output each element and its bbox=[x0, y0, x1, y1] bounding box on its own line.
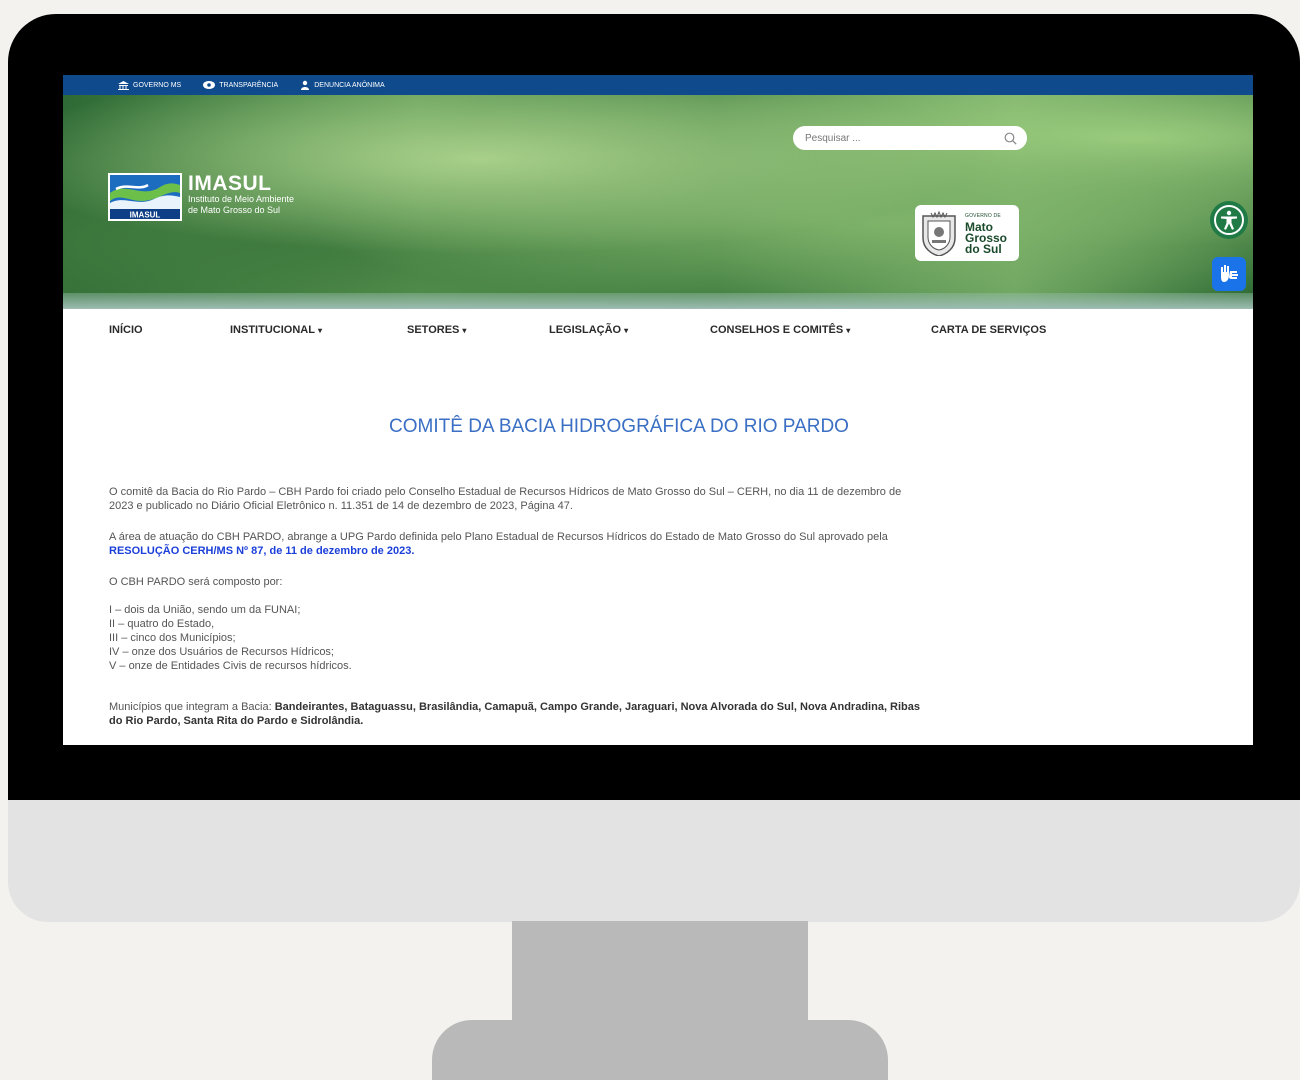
top-bar: GOVERNO MS TRANSPARÊNCIA DENUNCIA ANÔNIM… bbox=[63, 75, 1253, 95]
topbar-link-denuncia[interactable]: DENUNCIA ANÔNIMA bbox=[300, 80, 385, 90]
browser-screen: GOVERNO MS TRANSPARÊNCIA DENUNCIA ANÔNIM… bbox=[63, 75, 1253, 745]
sign-language-hands-icon bbox=[1221, 265, 1238, 282]
search-input[interactable] bbox=[803, 131, 1004, 145]
list-item: III – cinco dos Municípios; bbox=[109, 632, 236, 644]
governo-ms-logo[interactable]: GOVERNO DE Mato Grosso do Sul bbox=[915, 205, 1019, 261]
state-coat-of-arms-icon bbox=[922, 210, 956, 256]
imasul-logo-icon: IMASUL bbox=[108, 173, 182, 221]
monitor-base bbox=[432, 1020, 888, 1080]
banner-bottom-strip bbox=[63, 293, 1253, 309]
nav-item-legislacao[interactable]: LEGISLAÇÃO ▾ bbox=[549, 324, 628, 336]
topbar-link-transparencia[interactable]: TRANSPARÊNCIA bbox=[203, 81, 278, 89]
topbar-label: GOVERNO MS bbox=[133, 81, 182, 89]
caret-down-icon: ▾ bbox=[624, 326, 629, 335]
page-title: COMITÊ DA BACIA HIDROGRÁFICA DO RIO PARD… bbox=[389, 416, 849, 437]
gov-line3: do Sul bbox=[965, 242, 1002, 256]
nav-item-setores[interactable]: SETORES ▾ bbox=[407, 324, 466, 336]
list-item: IV – onze dos Usuários de Recursos Hídri… bbox=[109, 646, 334, 658]
composition-heading: O CBH PARDO será composto por: bbox=[109, 576, 283, 588]
logo-text: IMASUL Instituto de Meio Ambiente de Mat… bbox=[188, 173, 294, 216]
logo-badge-text: IMASUL bbox=[130, 211, 161, 220]
imasul-logo[interactable]: IMASUL IMASUL Instituto de Meio Ambiente… bbox=[108, 173, 294, 221]
list-item: I – dois da União, sendo um da FUNAI; bbox=[109, 604, 301, 616]
nav-item-inicio[interactable]: INÍCIO bbox=[109, 324, 143, 336]
monitor-chin bbox=[8, 800, 1300, 922]
topbar-label: DENUNCIA ANÔNIMA bbox=[314, 81, 385, 89]
topbar-link-governo[interactable]: GOVERNO MS bbox=[118, 80, 182, 90]
eye-icon bbox=[203, 81, 216, 89]
topbar-label: TRANSPARÊNCIA bbox=[219, 81, 279, 89]
logo-subtitle-line1: Instituto de Meio Ambiente bbox=[188, 194, 295, 204]
municipios-paragraph: Municípios que integram a Bacia: Bandeir… bbox=[109, 700, 1029, 728]
libras-sign-language-button[interactable] bbox=[1212, 257, 1246, 291]
caret-down-icon: ▾ bbox=[317, 326, 322, 335]
logo-subtitle-line2: de Mato Grosso do Sul bbox=[188, 205, 281, 215]
municipios-list-line2: do Rio Pardo, Santa Rita do Pardo e Sidr… bbox=[109, 715, 364, 727]
main-nav: INÍCIO INSTITUCIONAL ▾ SETORES ▾ LEGISLAÇÃ… bbox=[63, 309, 1253, 355]
search-icon[interactable] bbox=[1004, 132, 1017, 145]
municipios-prefix: Municípios que integram a Bacia: bbox=[109, 701, 275, 713]
caret-down-icon: ▾ bbox=[846, 326, 851, 335]
header-banner: IMASUL IMASUL Instituto de Meio Ambiente… bbox=[63, 95, 1253, 309]
user-secret-icon bbox=[301, 80, 310, 90]
list-item: II – quatro do Estado, bbox=[109, 618, 215, 630]
list-item: V – onze de Entidades Civis de recursos … bbox=[109, 660, 352, 672]
governo-ms-text: GOVERNO DE Mato Grosso do Sul bbox=[965, 211, 1007, 255]
accessibility-button[interactable] bbox=[1210, 201, 1248, 239]
nav-item-carta-servicos[interactable]: CARTA DE SERVIÇOS bbox=[931, 324, 1046, 336]
intro-paragraph: O comitê da Bacia do Rio Pardo – CBH Par… bbox=[109, 485, 1029, 513]
search-box[interactable] bbox=[793, 126, 1027, 150]
accessibility-icon bbox=[1214, 205, 1244, 235]
municipios-list-line1: Bandeirantes, Bataguassu, Brasilândia, C… bbox=[274, 701, 921, 713]
intro-line2: 2023 e publicado no Diário Oficial Eletr… bbox=[109, 500, 573, 512]
resolucao-link[interactable]: RESOLUÇÃO CERH/MS Nº 87, de 11 de dezemb… bbox=[109, 545, 414, 557]
nav-item-institucional[interactable]: INSTITUCIONAL ▾ bbox=[230, 324, 322, 336]
intro-line1: O comitê da Bacia do Rio Pardo – CBH Par… bbox=[109, 486, 902, 498]
area-paragraph: A área de atuação do CBH PARDO, abrange … bbox=[109, 530, 1029, 558]
nav-item-conselhos[interactable]: CONSELHOS E COMITÊS ▾ bbox=[710, 324, 850, 336]
caret-down-icon: ▾ bbox=[462, 326, 467, 335]
composition-list: I – dois da União, sendo um da FUNAI; II… bbox=[109, 603, 1029, 673]
building-icon bbox=[118, 80, 129, 90]
area-line1: A área de atuação do CBH PARDO, abrange … bbox=[109, 531, 888, 543]
logo-title: IMASUL bbox=[188, 172, 272, 195]
